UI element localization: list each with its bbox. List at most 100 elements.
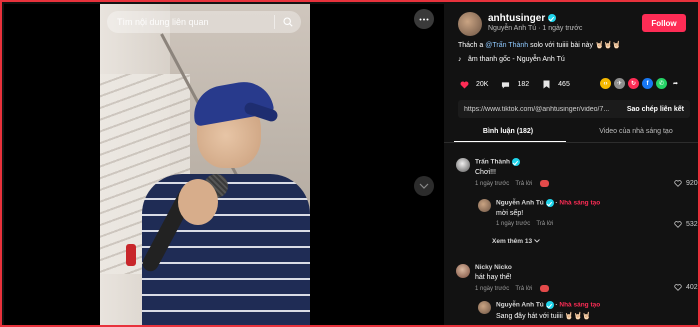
comment-icon: [499, 81, 511, 89]
caption-text-start: Thách a: [458, 42, 486, 49]
comment-author-name[interactable]: Nicky Nicko: [475, 264, 512, 271]
music-link[interactable]: âm thanh gốc - Nguyễn Anh Tú: [468, 56, 565, 63]
creator-liked-avatar: [540, 180, 550, 187]
comment-author-name[interactable]: Trấn Thành: [475, 159, 510, 166]
creator-tag: Nhà sáng tạo: [559, 301, 601, 309]
save-count: 465: [558, 81, 570, 88]
singer-shirt: [142, 174, 310, 325]
comment-item: Nicky Nicko hát hay thế! 1 ngày trước Trả…: [475, 264, 555, 292]
whatsapp-icon[interactable]: ✆: [656, 78, 667, 89]
reply-author[interactable]: Nguyễn Anh Tú · Nhà sáng tạo: [496, 199, 600, 207]
reply-button[interactable]: Trả lời: [515, 181, 532, 187]
tiktok-video-page: Tìm nội dung liên quan anhtusinger Nguyễ…: [0, 0, 700, 327]
comment-like[interactable]: 402: [674, 284, 698, 291]
comment-time: 1 ngày trước: [475, 286, 510, 293]
like-stat[interactable]: 20K: [458, 81, 488, 89]
more-options-button[interactable]: [414, 9, 434, 29]
share-arrow-icon[interactable]: ➦: [670, 78, 681, 89]
tab-creator-videos[interactable]: Video của nhà sáng tạo: [572, 124, 698, 142]
chevron-down-icon: [534, 239, 540, 243]
comment-meta: 1 ngày trước Trả lời: [475, 285, 555, 292]
reply-item: Nguyễn Anh Tú · Nhà sáng tạo mời sếp! 1 …: [496, 199, 600, 227]
embed-icon[interactable]: ‹›: [600, 78, 611, 89]
comment-like-count: 920: [686, 180, 698, 187]
verified-badge-icon: [545, 301, 554, 309]
comment-stat[interactable]: 182: [499, 81, 529, 89]
heart-outline-icon: [674, 180, 682, 187]
caption-text-end: solo với tuiiii bài này 🤘🏻🤘🏻🤘🏻: [528, 42, 622, 49]
comment-like[interactable]: 920: [674, 180, 698, 187]
verified-badge-icon: [545, 199, 554, 207]
chevron-down-icon: [419, 183, 429, 189]
author-meta: Nguyễn Anh Tú · 1 ngày trước: [488, 25, 583, 32]
details-panel: anhtusinger Nguyễn Anh Tú · 1 ngày trước…: [444, 4, 698, 325]
reply-text: Sang đây hát với tuiiii 🤘🏻🤘🏻🤘🏻: [496, 313, 591, 320]
reply-avatar[interactable]: [478, 199, 491, 212]
save-stat[interactable]: 465: [540, 80, 570, 89]
singer-hand: [178, 179, 218, 225]
engagement-stats: 20K 182 465: [458, 80, 581, 89]
reply-like[interactable]: 532: [674, 221, 698, 228]
comment-avatar[interactable]: [456, 158, 470, 172]
copy-link-button[interactable]: Sao chép liên kết: [621, 106, 690, 113]
creator-liked-avatar: [540, 285, 550, 292]
reply-text: mời sếp!: [496, 210, 524, 217]
comment-avatar[interactable]: [456, 264, 470, 278]
reply-time: 1 ngày trước: [496, 221, 531, 227]
heart-outline-icon: [674, 284, 682, 291]
repost-icon[interactable]: ↻: [628, 78, 639, 89]
verified-badge-icon: [511, 158, 520, 166]
author-display-name: Nguyễn Anh Tú: [488, 25, 537, 32]
video-url: https://www.tiktok.com/@anhtusinger/vide…: [464, 105, 610, 113]
caption-mention-link[interactable]: @Trấn Thành: [485, 42, 528, 49]
search-input[interactable]: Tìm nội dung liên quan: [107, 17, 274, 27]
reply-button[interactable]: Trả lời: [536, 221, 553, 227]
post-time: 1 ngày trước: [542, 25, 583, 32]
search-icon[interactable]: [275, 17, 301, 27]
author-username-text[interactable]: anhtusinger: [488, 13, 545, 24]
see-more-replies-button[interactable]: Xem thêm 13: [492, 238, 540, 245]
reply-author-name[interactable]: Nguyễn Anh Tú: [496, 200, 544, 207]
reply-author-name[interactable]: Nguyễn Anh Tú: [496, 302, 544, 309]
tab-comments[interactable]: Bình luận (182): [444, 124, 572, 142]
reply-author[interactable]: Nguyễn Anh Tú · Nhà sáng tạo: [496, 301, 600, 309]
bookmark-icon: [540, 80, 552, 89]
comment-text: Chơi!!!: [475, 169, 496, 176]
reply-item: Nguyễn Anh Tú · Nhà sáng tạo Sang đây há…: [496, 301, 600, 320]
comment-count: 182: [517, 81, 530, 88]
video-singer: [134, 77, 310, 325]
related-search-bar[interactable]: Tìm nội dung liên quan: [107, 11, 301, 33]
comment-tabs: Bình luận (182) Video của nhà sáng tạo: [444, 124, 698, 142]
singer-cap: [189, 77, 275, 127]
see-more-label[interactable]: Xem thêm 13: [492, 238, 532, 245]
copy-link-row: https://www.tiktok.com/@anhtusinger/vide…: [458, 100, 690, 118]
reply-like-count: 532: [686, 221, 698, 228]
heart-outline-icon: [674, 221, 682, 228]
video-stage: Tìm nội dung liên quan: [4, 4, 444, 325]
reply-button[interactable]: Trả lời: [515, 286, 532, 292]
tab-divider: [444, 142, 698, 143]
comment-text: hát hay thế!: [475, 274, 512, 281]
next-video-button[interactable]: [414, 176, 434, 196]
verified-badge-icon: [548, 14, 557, 23]
author-avatar[interactable]: [458, 12, 482, 36]
facebook-icon[interactable]: f: [642, 78, 653, 89]
music-note-icon: ♪: [458, 56, 462, 63]
comment-time: 1 ngày trước: [475, 181, 510, 188]
video-caption: Thách a @Trấn Thành solo với tuiiii bài …: [458, 41, 621, 49]
author-username[interactable]: anhtusinger: [488, 13, 557, 24]
send-to-friend-icon[interactable]: ✈: [614, 78, 625, 89]
follow-button[interactable]: Follow: [642, 14, 686, 32]
comment-item: Trấn Thành Chơi!!! 1 ngày trước Trả lời: [475, 158, 555, 187]
heart-icon: [458, 81, 470, 89]
reply-meta: 1 ngày trước Trả lời: [496, 221, 600, 227]
like-count: 20K: [476, 81, 489, 88]
comment-author[interactable]: Trấn Thành: [475, 158, 555, 166]
reply-avatar[interactable]: [478, 301, 491, 314]
comment-like-count: 402: [686, 284, 698, 291]
comment-author[interactable]: Nicky Nicko: [475, 264, 555, 271]
share-buttons: ‹› ✈ ↻ f ✆ ➦: [600, 78, 681, 89]
video-player[interactable]: [100, 4, 310, 325]
creator-tag: Nhà sáng tạo: [559, 199, 601, 207]
comment-meta: 1 ngày trước Trả lời: [475, 180, 555, 187]
